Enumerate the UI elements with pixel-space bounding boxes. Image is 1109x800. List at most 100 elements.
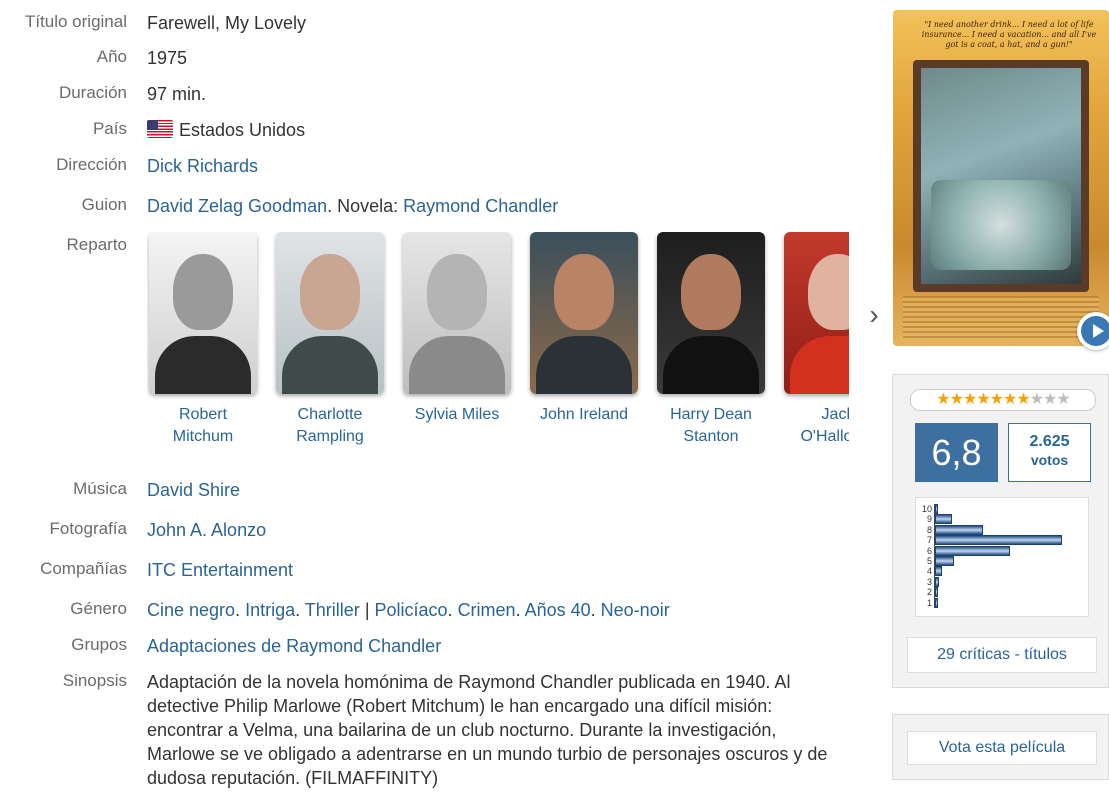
histogram-bar — [935, 504, 938, 514]
poster-quote: "I need another drink... I need a lot of… — [921, 20, 1097, 49]
votes-label: votos — [1030, 452, 1069, 468]
histogram-bar — [935, 597, 938, 608]
star-empty-icon[interactable]: ★ — [1030, 391, 1044, 408]
genre-link-cine-negro[interactable]: Cine negro — [147, 600, 235, 620]
companies-label: Compañías — [40, 559, 127, 578]
histogram-bar — [935, 576, 939, 587]
groups-value: Adaptaciones de Raymond Chandler — [147, 634, 857, 658]
poster-credits — [903, 296, 1099, 340]
duration-label: Duración — [58, 83, 127, 102]
cast-name[interactable]: John Ireland — [528, 404, 640, 426]
photography-label: Fotografía — [49, 519, 128, 538]
histogram-label: 2 — [926, 587, 932, 598]
play-trailer-icon[interactable] — [1077, 312, 1109, 350]
screenplay-label: Guion — [81, 195, 127, 214]
star-filled-icon[interactable]: ★ — [1016, 391, 1030, 408]
country-value: Estados Unidos — [147, 118, 857, 142]
genre-label: Género — [70, 599, 127, 618]
groups-label: Grupos — [71, 635, 127, 654]
cast-name[interactable]: Sylvia Miles — [401, 404, 513, 426]
novel-author-link[interactable]: Raymond Chandler — [403, 196, 558, 216]
cast-card[interactable]: Harry Dean Stanton — [655, 232, 767, 448]
cast-photo[interactable] — [784, 232, 849, 394]
genre-value: Cine negro. Intriga. Thriller | Policíac… — [147, 600, 670, 620]
histogram-bar — [935, 524, 983, 535]
star-filled-icon[interactable]: ★ — [963, 391, 977, 408]
histogram-bar — [935, 556, 954, 566]
cast-name[interactable]: JackO'Halloran — [782, 404, 849, 448]
star-rating[interactable]: ★★★★★★★★★★ — [910, 389, 1096, 411]
cast-photo[interactable] — [657, 232, 765, 394]
cast-card[interactable]: John Ireland — [528, 232, 640, 426]
country-label: País — [92, 119, 127, 138]
synopsis-label: Sinopsis — [62, 671, 127, 690]
cast-name[interactable]: Charlotte Rampling — [274, 404, 386, 448]
duration-value: 97 min. — [147, 84, 207, 104]
histogram-label: 7 — [926, 535, 932, 546]
star-filled-icon[interactable]: ★ — [990, 391, 1004, 408]
cast-name[interactable]: Harry Dean Stanton — [655, 404, 767, 448]
histogram-label: 5 — [926, 556, 932, 566]
genre-link-crimen[interactable]: Crimen — [458, 600, 516, 620]
vote-movie-button[interactable]: Vota esta película — [907, 731, 1097, 765]
star-filled-icon[interactable]: ★ — [950, 391, 964, 408]
cast-label: Reparto — [66, 235, 127, 254]
cast-photo[interactable] — [530, 232, 638, 394]
star-empty-icon[interactable]: ★ — [1043, 391, 1057, 408]
synopsis-text: Adaptación de la novela homónima de Raym… — [147, 672, 828, 788]
cast-photo[interactable] — [403, 232, 511, 394]
cast-card[interactable]: Charlotte Rampling — [274, 232, 386, 448]
director-value: Dick Richards — [147, 154, 857, 178]
us-flag-icon — [147, 120, 173, 138]
music-value: David Shire — [147, 478, 857, 502]
histogram-bar — [935, 587, 938, 598]
screenplay-value: David Zelag Goodman. Novela: Raymond Cha… — [147, 194, 857, 218]
critics-link[interactable]: 29 críticas - títulos — [907, 637, 1097, 673]
histogram-label: 6 — [926, 545, 932, 556]
histogram-label: 9 — [926, 514, 932, 525]
year-value: 1975 — [147, 48, 188, 68]
genre-link-policiaco[interactable]: Policíaco — [375, 600, 448, 620]
star-filled-icon[interactable]: ★ — [936, 391, 950, 408]
poster-artwork — [913, 60, 1089, 292]
histogram-bar — [935, 535, 1062, 546]
vote-movie-label[interactable]: Vota esta película — [939, 739, 1065, 756]
original-title-label: Título original — [24, 12, 127, 31]
companies-value: ITC Entertainment — [147, 558, 857, 582]
country-name: Estados Unidos — [179, 120, 306, 140]
photography-link[interactable]: John A. Alonzo — [147, 520, 266, 540]
cast-carousel: Robert Mitchum Charlotte Rampling Sylvia M… — [147, 232, 849, 452]
cast-card[interactable]: Sylvia Miles — [401, 232, 513, 426]
star-filled-icon[interactable]: ★ — [1003, 391, 1017, 408]
director-link[interactable]: Dick Richards — [147, 156, 258, 176]
music-link[interactable]: David Shire — [147, 480, 240, 500]
cast-photo[interactable] — [149, 232, 257, 394]
chevron-right-icon[interactable]: › — [862, 300, 886, 330]
histogram-bar — [935, 566, 942, 577]
critics-link-text[interactable]: 29 críticas - títulos — [937, 646, 1067, 663]
histogram-label: 3 — [926, 576, 932, 587]
genre-link-thriller[interactable]: Thriller — [305, 600, 360, 620]
star-filled-icon[interactable]: ★ — [976, 391, 990, 408]
genre-link-neo-noir[interactable]: Neo-noir — [601, 600, 670, 620]
cast-name[interactable]: Robert Mitchum — [147, 404, 259, 448]
cast-card[interactable]: Robert Mitchum — [147, 232, 259, 448]
votes-count-box[interactable]: 2.625 votos — [1008, 423, 1091, 482]
novel-prefix: . Novela: — [327, 196, 404, 216]
star-empty-icon[interactable]: ★ — [1056, 391, 1070, 408]
company-link[interactable]: ITC Entertainment — [147, 560, 293, 580]
rating-histogram: 10 9 8 7 6 5 4 3 2 1 — [915, 497, 1089, 617]
histogram-bar — [935, 545, 1010, 556]
movie-poster[interactable]: "I need another drink... I need a lot of… — [893, 10, 1109, 346]
writer-link[interactable]: David Zelag Goodman — [147, 196, 327, 216]
histogram-bar — [935, 514, 952, 525]
cast-photo[interactable] — [276, 232, 384, 394]
rating-box: ★★★★★★★★★★ 6,8 2.625 votos 10 9 8 7 6 5 4 3 2 1 2… — [892, 374, 1109, 688]
genre-link-intriga[interactable]: Intriga — [245, 600, 295, 620]
vote-box: Vota esta película — [892, 714, 1109, 780]
group-link[interactable]: Adaptaciones de Raymond Chandler — [147, 636, 441, 656]
average-rating: 6,8 — [915, 423, 998, 482]
music-label: Música — [73, 479, 127, 498]
genre-link-anos-40[interactable]: Años 40 — [525, 600, 591, 620]
cast-card[interactable]: JackO'Halloran — [782, 232, 849, 448]
